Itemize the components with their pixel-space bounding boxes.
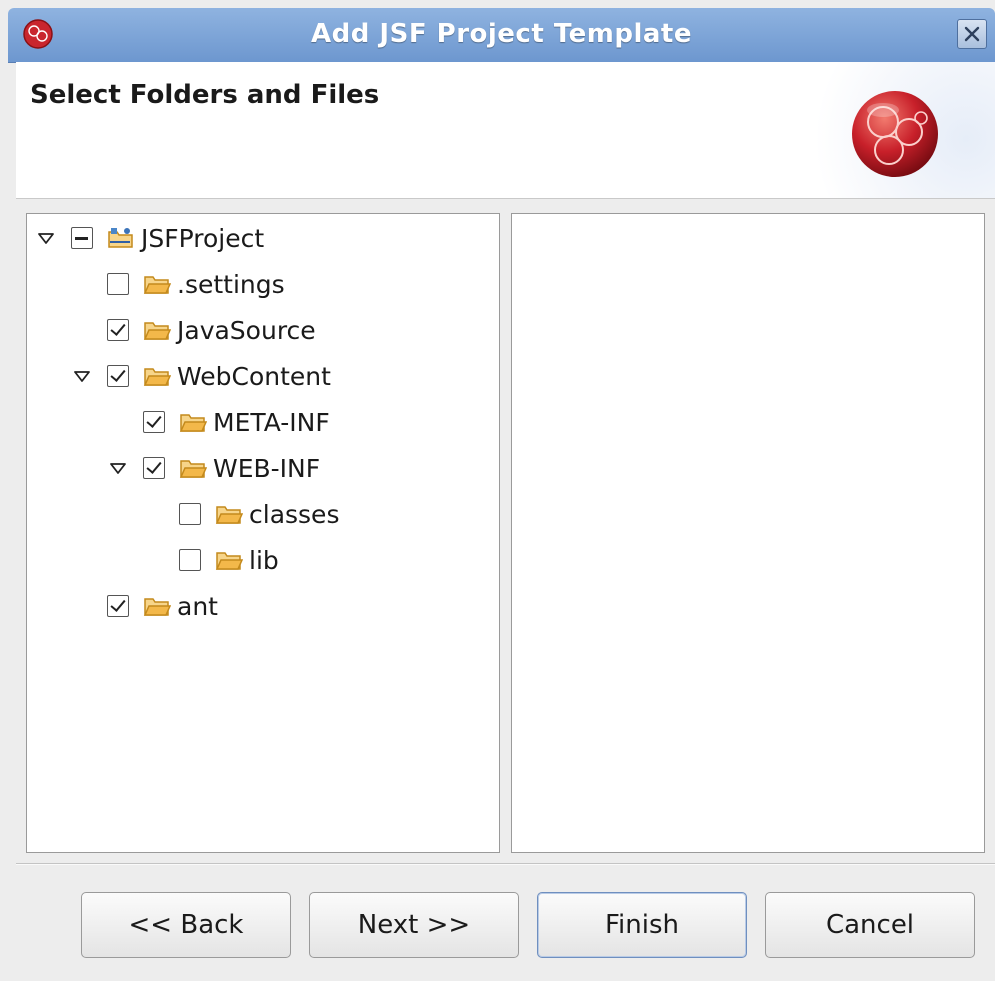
tree-item-label: JSFProject <box>141 223 265 253</box>
next-button[interactable]: Next >> <box>309 892 519 958</box>
wizard-header: Select Folders and Files <box>16 62 995 199</box>
page-title: Select Folders and Files <box>30 80 380 110</box>
tree-item[interactable]: WebContent <box>71 356 331 396</box>
folder-icon <box>179 410 213 434</box>
tree-item-label: WEB-INF <box>213 453 321 483</box>
tree-item[interactable]: .settings <box>71 264 285 304</box>
close-button[interactable] <box>957 19 987 49</box>
tree-item-label: ant <box>177 591 218 621</box>
tree-item-checkbox[interactable] <box>71 227 93 249</box>
tree-item-checkbox[interactable] <box>107 319 129 341</box>
window-titlebar[interactable]: Add JSF Project Template <box>8 8 995 63</box>
expand-toggle-icon[interactable] <box>35 227 57 249</box>
folder-tree[interactable]: JSFProject .settings JavaSource WebContent M… <box>26 213 500 853</box>
expand-toggle-icon[interactable] <box>71 365 93 387</box>
tree-item-checkbox[interactable] <box>179 549 201 571</box>
project-icon <box>107 226 141 250</box>
button-bar-separator <box>16 863 995 865</box>
cancel-button[interactable]: Cancel <box>765 892 975 958</box>
tree-item-label: lib <box>249 545 279 575</box>
tree-item[interactable]: JSFProject <box>35 218 264 258</box>
tree-item-label: JavaSource <box>177 315 316 345</box>
tree-item[interactable]: classes <box>143 494 339 534</box>
tree-item-checkbox[interactable] <box>107 273 129 295</box>
folder-icon <box>215 548 249 572</box>
folder-icon <box>179 456 213 480</box>
jsf-logo-icon <box>852 91 938 177</box>
window-title: Add JSF Project Template <box>311 19 692 49</box>
tree-item-label: WebContent <box>177 361 331 391</box>
tree-item-checkbox[interactable] <box>143 411 165 433</box>
tree-item-checkbox[interactable] <box>107 365 129 387</box>
folder-icon <box>143 272 177 296</box>
expand-toggle-icon[interactable] <box>107 457 129 479</box>
tree-item-checkbox[interactable] <box>179 503 201 525</box>
tree-item[interactable]: META-INF <box>107 402 330 442</box>
close-icon <box>964 26 980 42</box>
tree-item-label: classes <box>249 499 340 529</box>
tree-item[interactable]: lib <box>143 540 279 580</box>
tree-item[interactable]: ant <box>71 586 218 626</box>
finish-button[interactable]: Finish <box>537 892 747 958</box>
file-list-pane[interactable] <box>511 213 985 853</box>
folder-icon <box>215 502 249 526</box>
tree-item-checkbox[interactable] <box>143 457 165 479</box>
tree-item-label: META-INF <box>213 407 330 437</box>
tree-item-checkbox[interactable] <box>107 595 129 617</box>
folder-icon <box>143 594 177 618</box>
back-button[interactable]: << Back <box>81 892 291 958</box>
tree-item-label: .settings <box>177 269 285 299</box>
folder-icon <box>143 364 177 388</box>
folder-icon <box>143 318 177 342</box>
tree-item[interactable]: JavaSource <box>71 310 316 350</box>
tree-item[interactable]: WEB-INF <box>107 448 320 488</box>
